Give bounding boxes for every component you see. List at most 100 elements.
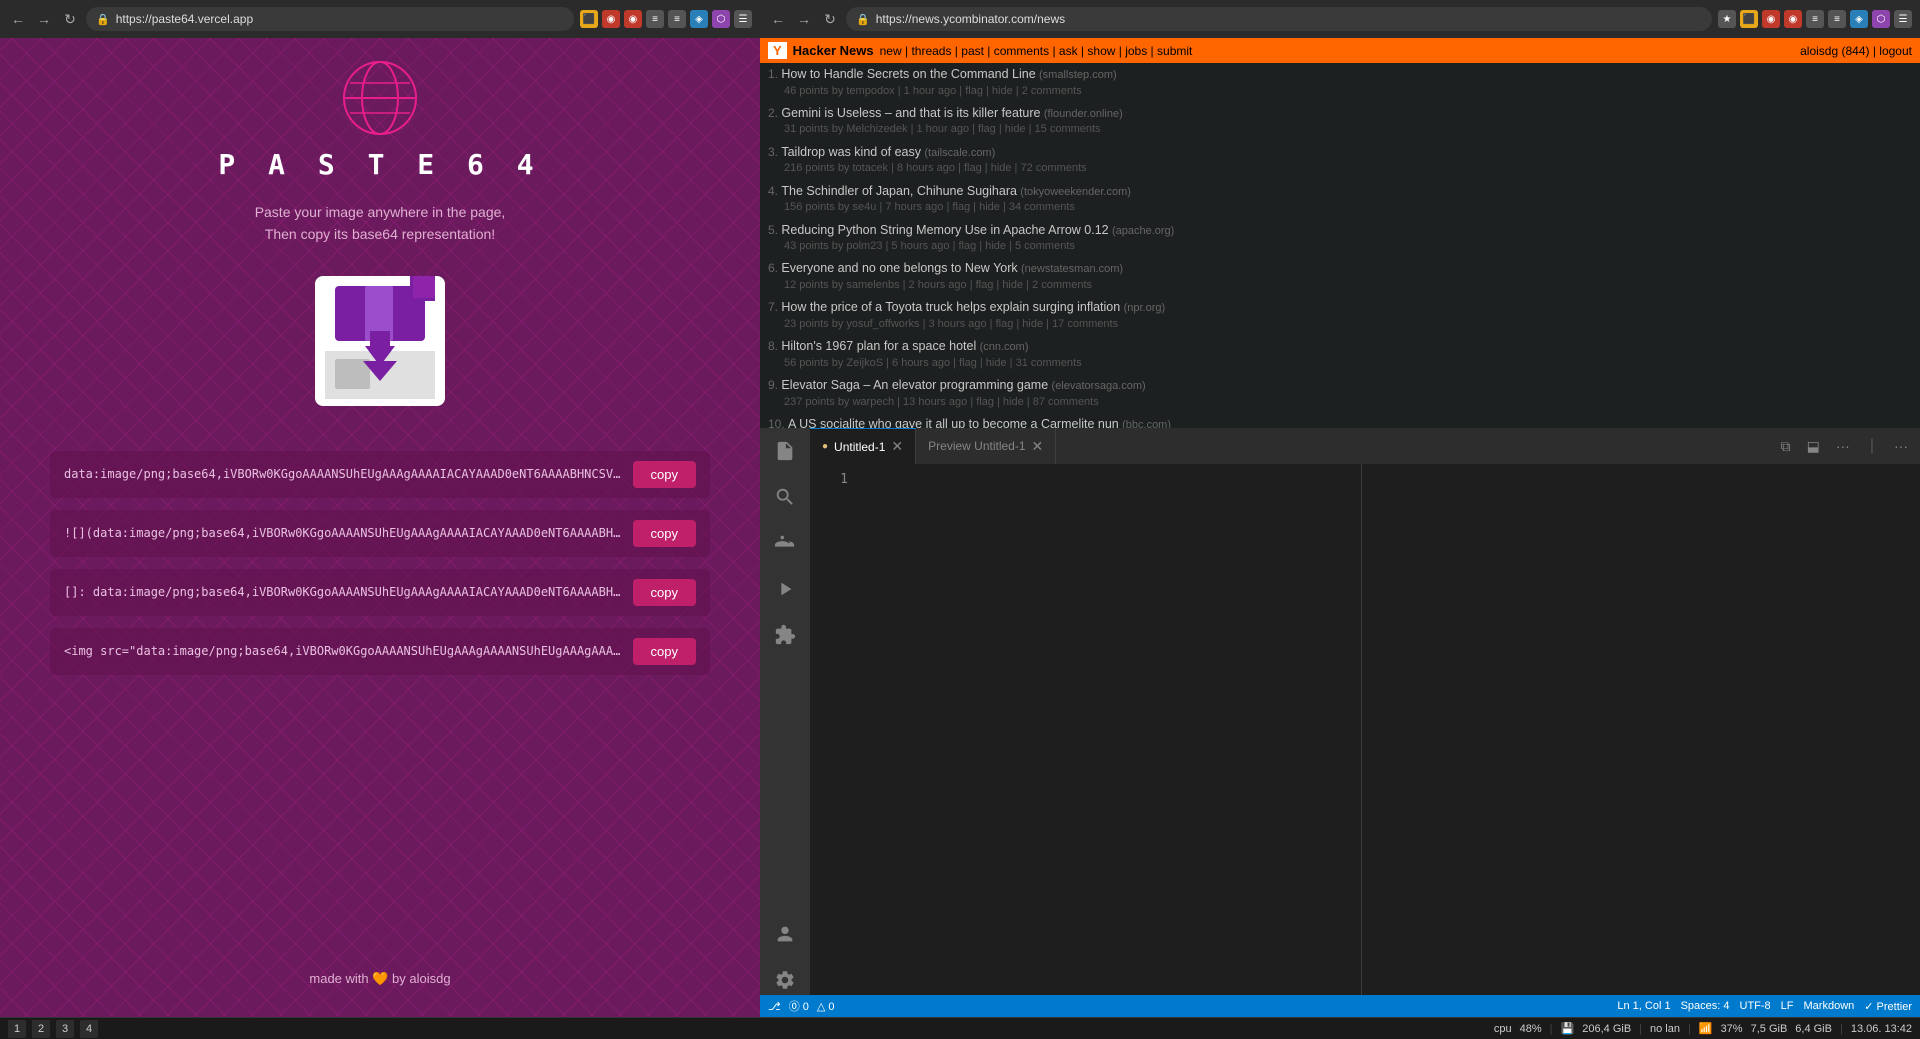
hn-nav-comments[interactable]: comments [994, 44, 1049, 58]
hn-nav-threads[interactable]: threads [911, 44, 951, 58]
status-language[interactable]: Markdown [1804, 1000, 1855, 1012]
taskbar-num-3[interactable]: 3 [56, 1020, 74, 1038]
tab-preview[interactable]: Preview Untitled-1 ✕ [916, 428, 1056, 464]
hn-ext-9[interactable]: ☰ [1894, 10, 1912, 28]
output-row-1: ![](data:image/png;base64,iVBORw0KGgoAAA… [50, 510, 710, 557]
hn-ext-6[interactable]: ≡ [1828, 10, 1846, 28]
hn-nav-submit[interactable]: submit [1157, 44, 1192, 58]
taskbar-num-1[interactable]: 1 [8, 1020, 26, 1038]
forward-button[interactable]: → [34, 9, 54, 29]
right-panel: ← → ↻ 🔒 https://news.ycombinator.com/new… [760, 0, 1920, 1017]
taskbar-separator-3: | [1688, 1023, 1691, 1035]
hn-nav-show[interactable]: show [1087, 44, 1115, 58]
tab-actions: ⧉ ⬓ ··· | ··· [1777, 436, 1920, 457]
ext-icon-6[interactable]: ◈ [690, 10, 708, 28]
taskbar-separator-1: | [1550, 1023, 1553, 1035]
ext-icon-5[interactable]: ≡ [668, 10, 686, 28]
paste64-subtitle: Paste your image anywhere in the page, T… [255, 201, 506, 246]
sidebar-item-account[interactable] [770, 919, 800, 949]
hn-ext-7[interactable]: ◈ [1850, 10, 1868, 28]
status-left: ⎇ ⓪ 0 △ 0 [768, 998, 835, 1014]
output-text-0: data:image/png;base64,iVBORw0KGgoAAAANSU… [64, 467, 623, 481]
output-row-3: <img src="data:image/png;base64,iVBORw0K… [50, 628, 710, 675]
hn-nav-ask[interactable]: ask [1059, 44, 1078, 58]
copy-button-2[interactable]: copy [633, 579, 696, 606]
status-encoding[interactable]: UTF-8 [1740, 1000, 1771, 1012]
tab-untitled-1[interactable]: ● Untitled-1 ✕ [810, 428, 916, 464]
more-actions-button[interactable]: ··· [1832, 436, 1854, 456]
hn-list-item: 3. Taildrop was kind of easy (tailscale.… [760, 141, 1920, 180]
hn-ext-5[interactable]: ≡ [1806, 10, 1824, 28]
url-left: https://paste64.vercel.app [116, 12, 253, 26]
wifi2-value: 7,5 GiB [1751, 1023, 1788, 1035]
editor-left[interactable]: 1 [810, 464, 1361, 995]
status-warnings[interactable]: △ 0 [817, 1000, 835, 1013]
copy-button-1[interactable]: copy [633, 520, 696, 547]
status-spaces[interactable]: Spaces: 4 [1681, 1000, 1730, 1012]
hn-ext-4[interactable]: ◉ [1784, 10, 1802, 28]
ext-icon-3[interactable]: ◉ [624, 10, 642, 28]
taskbar-num-2[interactable]: 2 [32, 1020, 50, 1038]
hn-nav: new | threads | past | comments | ask | … [880, 44, 1193, 58]
copy-button-3[interactable]: copy [633, 638, 696, 665]
hn-back-button[interactable]: ← [768, 9, 788, 29]
status-prettier[interactable]: ✓ Prettier [1864, 1000, 1912, 1013]
status-errors[interactable]: ⓪ 0 [789, 998, 809, 1014]
hn-list-item: 4. The Schindler of Japan, Chihune Sugih… [760, 180, 1920, 219]
sidebar-item-settings[interactable] [770, 965, 800, 995]
sidebar-item-extensions[interactable] [770, 620, 800, 650]
logo-globe-svg [340, 58, 420, 138]
output-row-0: data:image/png;base64,iVBORw0KGgoAAAANSU… [50, 451, 710, 498]
hn-username[interactable]: aloisdg (844) [1800, 44, 1869, 58]
hn-nav-jobs[interactable]: jobs [1125, 44, 1147, 58]
ext-icon-4[interactable]: ≡ [646, 10, 664, 28]
sidebar-item-run[interactable] [770, 574, 800, 604]
ext-icon-7[interactable]: ⬡ [712, 10, 730, 28]
hn-nav-new[interactable]: new [880, 44, 902, 58]
sidebar-item-search[interactable] [770, 482, 800, 512]
hn-forward-button[interactable]: → [794, 9, 814, 29]
sidebar-item-files[interactable] [770, 436, 800, 466]
copy-button-0[interactable]: copy [633, 461, 696, 488]
hn-user: aloisdg (844) | logout [1800, 44, 1912, 58]
taskbar-separator-4: | [1840, 1023, 1843, 1035]
taskbar-num-4[interactable]: 4 [80, 1020, 98, 1038]
ext-icon-2[interactable]: ◉ [602, 10, 620, 28]
hn-ext-1[interactable]: ★ [1718, 10, 1736, 28]
hn-logout[interactable]: logout [1879, 44, 1912, 58]
output-row-2: []: data:image/png;base64,iVBORw0KGgoAAA… [50, 569, 710, 616]
vscode-panel: ● Untitled-1 ✕ Preview Untitled-1 ✕ ⧉ ⬓ … [760, 428, 1920, 995]
hn-ext-3[interactable]: ◉ [1762, 10, 1780, 28]
hn-list-item: 2. Gemini is Useless – and that is its k… [760, 102, 1920, 141]
status-line-col[interactable]: Ln 1, Col 1 [1617, 1000, 1670, 1012]
hn-ext-8[interactable]: ⬡ [1872, 10, 1890, 28]
address-bar-left[interactable]: 🔒 https://paste64.vercel.app [86, 7, 574, 31]
hn-panel: Y Hacker News new | threads | past | com… [760, 38, 1920, 428]
sidebar-item-source-control[interactable] [770, 528, 800, 558]
split-editor-button[interactable]: ⧉ [1777, 436, 1795, 457]
lock-icon: 🔒 [96, 13, 110, 26]
floppy-svg [305, 271, 455, 426]
split-down-button[interactable]: ⬓ [1803, 436, 1824, 457]
tab-close-icon[interactable]: ✕ [891, 438, 903, 455]
hn-ext-2[interactable]: ⬛ [1740, 10, 1758, 28]
address-bar-right[interactable]: 🔒 https://news.ycombinator.com/news [846, 7, 1712, 31]
hn-reload-button[interactable]: ↻ [820, 9, 840, 29]
wifi-value: 37% [1721, 1023, 1743, 1035]
preview-more-button[interactable]: ··· [1890, 436, 1912, 456]
status-line-ending[interactable]: LF [1781, 1000, 1794, 1012]
status-bar: ⎇ ⓪ 0 △ 0 Ln 1, Col 1 Spaces: 4 UTF-8 LF… [760, 995, 1920, 1017]
hn-nav-past[interactable]: past [961, 44, 984, 58]
editor-right-preview [1361, 464, 1920, 995]
ext-icon-1[interactable]: ⬛ [580, 10, 598, 28]
reload-button[interactable]: ↻ [60, 9, 80, 29]
back-button[interactable]: ← [8, 9, 28, 29]
taskbar-left: 1 2 3 4 [8, 1020, 98, 1038]
tab-preview-close-icon[interactable]: ✕ [1032, 438, 1044, 455]
ext-icon-8[interactable]: ☰ [734, 10, 752, 28]
taskbar-separator-2: | [1639, 1023, 1642, 1035]
disk-value: 6,4 GiB [1795, 1023, 1832, 1035]
wifi-icon: 📶 [1699, 1022, 1713, 1035]
hn-list-item: 6. Everyone and no one belongs to New Yo… [760, 257, 1920, 296]
hn-browser-icons: ★ ⬛ ◉ ◉ ≡ ≡ ◈ ⬡ ☰ [1718, 10, 1912, 28]
